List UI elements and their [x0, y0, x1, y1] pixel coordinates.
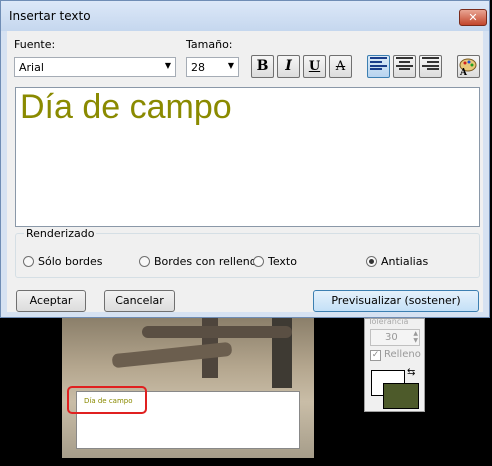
tolerance-spinner[interactable]: 30 ▲ ▼: [370, 329, 420, 346]
preview-button[interactable]: Previsualizar (sostener): [313, 290, 479, 312]
radio-label: Sólo bordes: [38, 255, 103, 268]
font-label: Fuente:: [14, 38, 56, 51]
svg-text:A: A: [459, 68, 468, 76]
photo-log: [142, 326, 292, 338]
font-select[interactable]: Arial ▼: [14, 57, 176, 77]
tolerance-label: Tolerancia: [368, 317, 409, 326]
color-palette-button[interactable]: A: [457, 55, 480, 78]
radio-label: Texto: [268, 255, 297, 268]
align-center-icon: [396, 57, 413, 70]
radio-selected-icon: [366, 256, 377, 267]
text-input-area[interactable]: Día de campo: [15, 87, 480, 227]
align-center-button[interactable]: [393, 55, 416, 78]
size-select[interactable]: 28 ▼: [186, 57, 239, 77]
canvas-preview-text: Día de campo: [84, 397, 133, 405]
tool-options-panel: Tolerancia 30 ▲ ▼ ✓ Relleno ⇆: [364, 317, 425, 412]
chevron-down-icon: ▼: [164, 61, 171, 70]
close-button[interactable]: ✕: [459, 9, 487, 26]
tolerance-value: 30: [385, 332, 398, 343]
palette-icon: A: [459, 58, 477, 78]
text-input-content: Día de campo: [20, 88, 232, 126]
text-preview-highlight: Día de campo: [67, 386, 147, 414]
radio-label: Bordes con relleno: [154, 255, 257, 268]
spinner-arrows-icon[interactable]: ▲ ▼: [413, 330, 418, 344]
font-select-value: Arial: [19, 61, 44, 74]
chevron-down-icon: ▼: [227, 61, 234, 70]
align-left-button[interactable]: [367, 55, 390, 78]
radio-icon: [139, 256, 150, 267]
italic-button[interactable]: I: [277, 55, 300, 78]
align-right-icon: [422, 57, 439, 70]
title-bar[interactable]: Insertar texto ✕: [1, 1, 489, 31]
accept-button[interactable]: Aceptar: [16, 290, 86, 312]
render-group-title: Renderizado: [24, 227, 97, 240]
insert-text-dialog: Insertar texto ✕ Fuente: Arial ▼ Tamaño:…: [0, 0, 490, 318]
bold-button[interactable]: B: [251, 55, 274, 78]
align-right-button[interactable]: [419, 55, 442, 78]
strikethrough-button[interactable]: A: [329, 55, 352, 78]
size-label: Tamaño:: [186, 38, 233, 51]
radio-icon: [253, 256, 264, 267]
dialog-body: Fuente: Arial ▼ Tamaño: 28 ▼ B I U A A D…: [7, 31, 483, 312]
render-options-group: Renderizado Sólo bordes Bordes con relle…: [15, 227, 480, 278]
align-left-icon: [370, 57, 387, 70]
underline-button[interactable]: U: [303, 55, 326, 78]
dialog-title: Insertar texto: [9, 9, 91, 23]
fill-checkbox[interactable]: ✓: [370, 350, 381, 361]
swap-colors-icon[interactable]: ⇆: [407, 367, 415, 378]
cancel-button[interactable]: Cancelar: [104, 290, 175, 312]
radio-label: Antialias: [381, 255, 429, 268]
fill-label: Relleno: [384, 349, 421, 360]
size-select-value: 28: [191, 61, 205, 74]
radio-icon: [23, 256, 34, 267]
secondary-color-swatch[interactable]: [383, 383, 419, 409]
